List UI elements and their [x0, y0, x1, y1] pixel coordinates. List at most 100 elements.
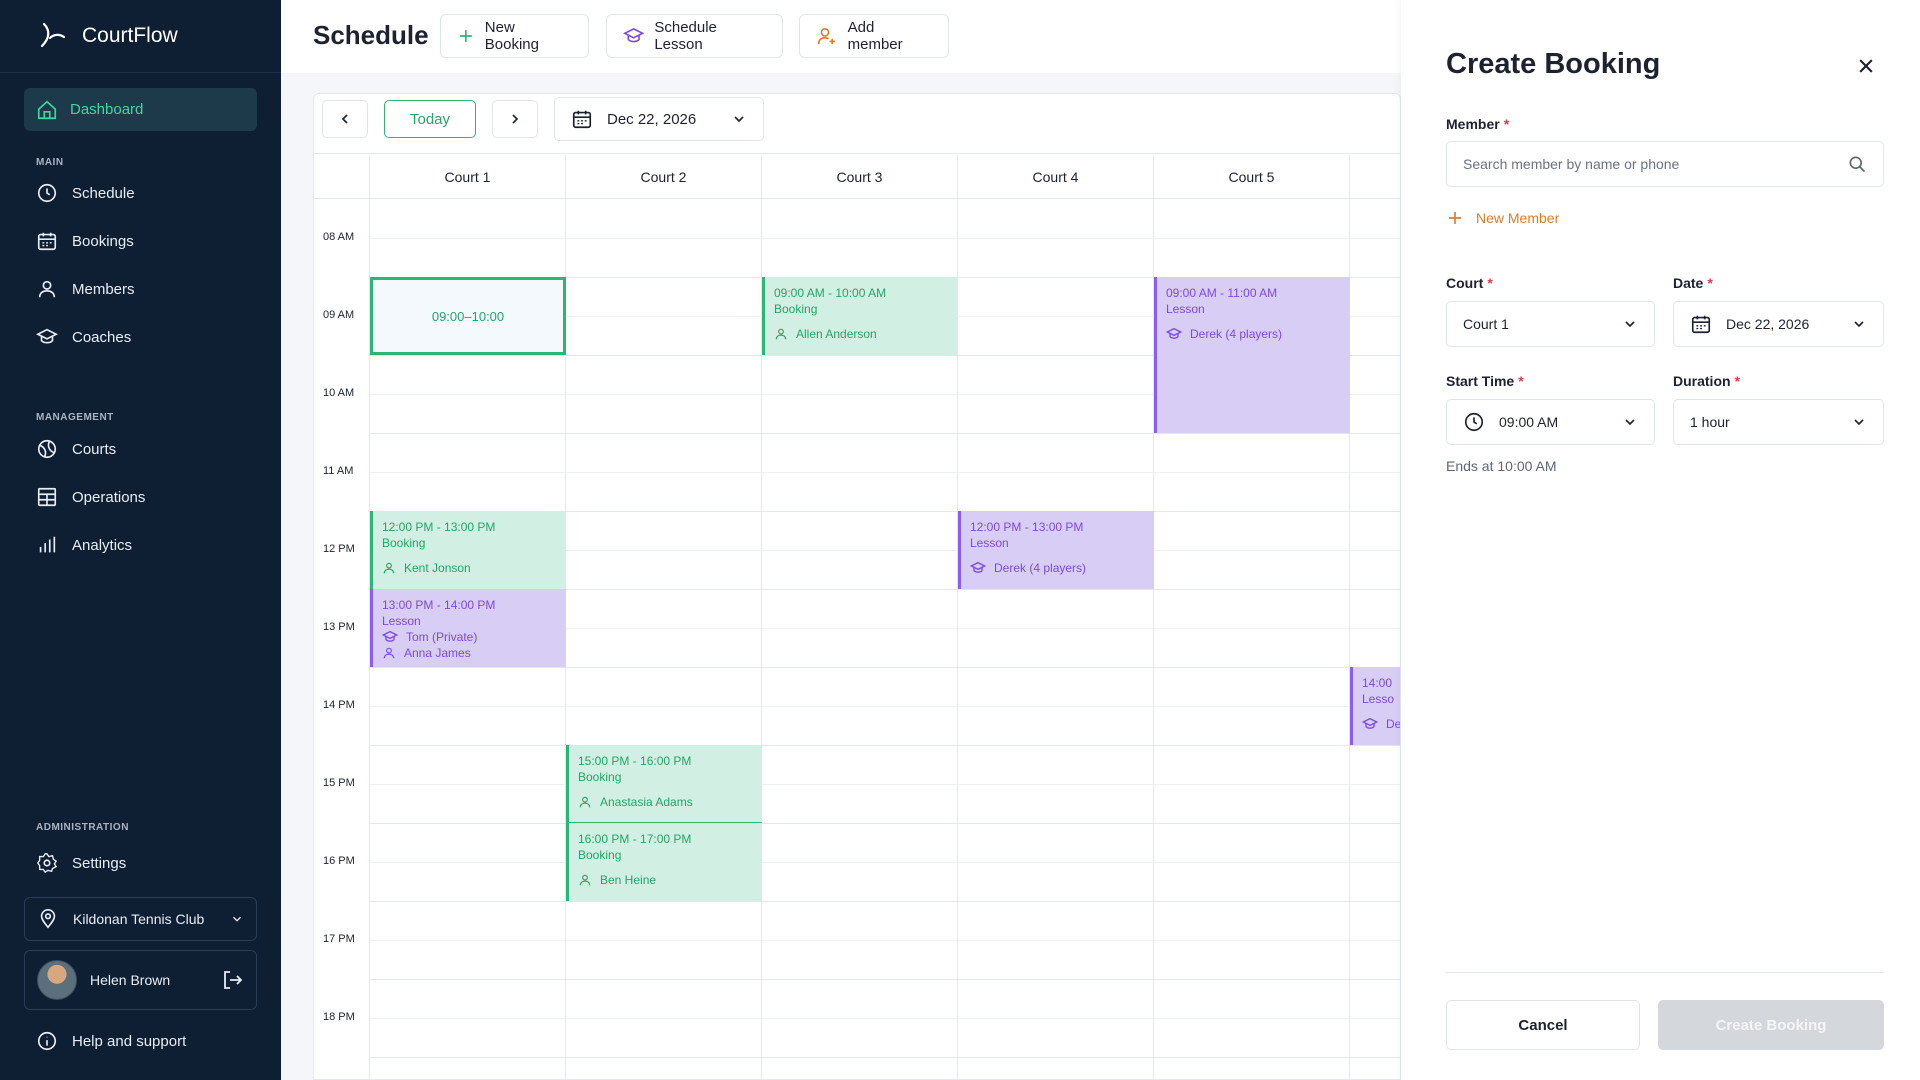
- date-label-text: Date: [1673, 275, 1704, 291]
- event-person-name: Anastasia Adams: [600, 795, 693, 809]
- create-booking-panel: Create Booking Member * Search member by …: [1401, 0, 1920, 1080]
- event-coach: Tom (Private): [382, 629, 557, 645]
- grid-line: [370, 940, 1400, 941]
- today-button[interactable]: Today: [384, 100, 476, 138]
- section-title-main: MAIN: [36, 157, 64, 168]
- event-type: Booking: [578, 848, 622, 862]
- lesson-event[interactable]: 09:00 AM - 11:00 AM Lesson Derek (4 play…: [1154, 277, 1350, 433]
- new-booking-label: New Booking: [484, 19, 539, 53]
- booking-event[interactable]: 09:00 AM - 10:00 AM Booking Allen Anders…: [762, 277, 958, 355]
- time-column-header: [314, 155, 370, 199]
- gear-icon: [37, 853, 58, 874]
- chevron-down-icon: [1854, 321, 1864, 328]
- event-person-name: Kent Jonson: [404, 561, 471, 575]
- add-member-button[interactable]: Add member: [799, 14, 949, 58]
- sidebar-item-operations[interactable]: Operations: [36, 483, 145, 511]
- chevron-right-icon: [512, 114, 519, 124]
- event-person: Anna James: [382, 645, 557, 661]
- create-booking-button[interactable]: Create Booking: [1658, 1000, 1884, 1050]
- court-header-5: Court 5: [1154, 155, 1350, 199]
- start-time-label: Start Time *: [1446, 373, 1524, 389]
- lesson-event[interactable]: 14:00 Lesso De: [1350, 667, 1400, 745]
- user-profile[interactable]: Helen Brown: [24, 950, 257, 1010]
- calendar-icon: [572, 110, 592, 129]
- sidebar-item-coaches[interactable]: Coaches: [36, 323, 131, 351]
- graduation-cap-icon: [970, 561, 986, 573]
- sidebar-item-analytics[interactable]: Analytics: [36, 531, 132, 559]
- user-icon: [579, 874, 591, 886]
- next-day-button[interactable]: [492, 100, 538, 138]
- grid-line: [370, 823, 1400, 824]
- sidebar-item-label: Analytics: [72, 536, 133, 554]
- court-header-1: Court 1: [370, 155, 566, 199]
- user-icon: [383, 562, 395, 574]
- booking-event[interactable]: 15:00 PM - 16:00 PM Booking Anastasia Ad…: [566, 745, 762, 823]
- brand[interactable]: CourtFlow: [0, 0, 281, 73]
- booking-event[interactable]: 16:00 PM - 17:00 PM Booking Ben Heine: [566, 823, 762, 901]
- sidebar-item-courts[interactable]: Courts: [36, 435, 116, 463]
- sidebar-item-schedule[interactable]: Schedule: [36, 179, 135, 207]
- event-time: 12:00 PM - 13:00 PM: [970, 520, 1084, 534]
- sidebar-item-bookings[interactable]: Bookings: [36, 227, 134, 255]
- lesson-event[interactable]: 13:00 PM - 14:00 PM Lesson Tom (Private)…: [370, 589, 566, 667]
- club-name: Kildonan Tennis Club: [73, 911, 205, 927]
- logout-icon[interactable]: [220, 968, 244, 992]
- sidebar-item-dashboard[interactable]: Dashboard: [24, 88, 257, 131]
- grid-line: [370, 706, 1400, 707]
- sidebar-item-members[interactable]: Members: [36, 275, 135, 303]
- lesson-event[interactable]: 12:00 PM - 13:00 PM Lesson Derek (4 play…: [958, 511, 1154, 589]
- sidebar-item-settings[interactable]: Settings: [36, 849, 126, 877]
- date-picker[interactable]: Dec 22, 2026: [554, 97, 764, 141]
- time-label: 10 AM: [323, 387, 355, 399]
- time-label: 18 PM: [323, 1011, 355, 1023]
- booking-event[interactable]: 12:00 PM - 13:00 PM Booking Kent Jonson: [370, 511, 566, 589]
- grid-line: [370, 1018, 1400, 1019]
- search-icon: [1849, 156, 1866, 173]
- graduation-cap-icon: [1166, 327, 1182, 339]
- grid-line: [370, 472, 1400, 473]
- member-search-input[interactable]: Search member by name or phone: [1446, 141, 1884, 187]
- date-select[interactable]: Dec 22, 2026: [1673, 301, 1884, 347]
- cancel-button[interactable]: Cancel: [1446, 1000, 1640, 1050]
- user-icon: [383, 647, 395, 659]
- date-value: Dec 22, 2026: [1726, 316, 1810, 332]
- event-person-name: Ben Heine: [600, 873, 657, 887]
- schedule-lesson-label: Schedule Lesson: [654, 19, 717, 53]
- event-person: De: [1362, 716, 1400, 732]
- grid-line: [370, 745, 1400, 746]
- event-person: Derek (4 players): [1166, 326, 1341, 342]
- required-mark: *: [1707, 275, 1713, 291]
- event-type: Lesson: [1166, 302, 1205, 316]
- event-type: Booking: [382, 536, 426, 550]
- plus-icon: [459, 30, 472, 42]
- court-select[interactable]: Court 1: [1446, 301, 1655, 347]
- time-label: 08 AM: [323, 231, 355, 243]
- required-mark: *: [1518, 373, 1524, 389]
- club-selector[interactable]: Kildonan Tennis Club: [24, 897, 257, 941]
- graduation-cap-icon: [623, 27, 645, 43]
- clock-icon: [37, 183, 57, 203]
- selected-time-slot[interactable]: 09:00–10:00: [370, 277, 566, 355]
- app-name: CourtFlow: [82, 24, 178, 47]
- start-time-select[interactable]: 09:00 AM: [1446, 399, 1655, 445]
- sidebar: CourtFlow Dashboard MAIN Schedule Bookin…: [0, 0, 281, 1080]
- help-and-support-link[interactable]: Help and support: [36, 1030, 186, 1052]
- user-icon: [579, 796, 591, 808]
- sidebar-item-label: Coaches: [72, 328, 132, 346]
- event-time: 09:00 AM - 11:00 AM: [1166, 286, 1278, 300]
- prev-day-button[interactable]: [322, 100, 368, 138]
- event-time: 09:00 AM - 10:00 AM: [774, 286, 887, 300]
- schedule-lesson-button[interactable]: Schedule Lesson: [606, 14, 783, 58]
- section-title-management: MANAGEMENT: [36, 412, 114, 423]
- event-person: Kent Jonson: [382, 560, 557, 576]
- duration-select[interactable]: 1 hour: [1673, 399, 1884, 445]
- new-booking-button[interactable]: New Booking: [440, 14, 589, 58]
- close-icon[interactable]: [1856, 56, 1876, 76]
- sidebar-item-label: Settings: [72, 854, 127, 872]
- selected-slot-label: 09:00–10:00: [431, 308, 505, 324]
- time-label: 17 PM: [323, 933, 355, 945]
- event-type: Lesson: [382, 614, 421, 628]
- event-person: Allen Anderson: [774, 326, 949, 342]
- required-mark: *: [1503, 116, 1510, 132]
- new-member-link[interactable]: New Member: [1446, 209, 1559, 227]
